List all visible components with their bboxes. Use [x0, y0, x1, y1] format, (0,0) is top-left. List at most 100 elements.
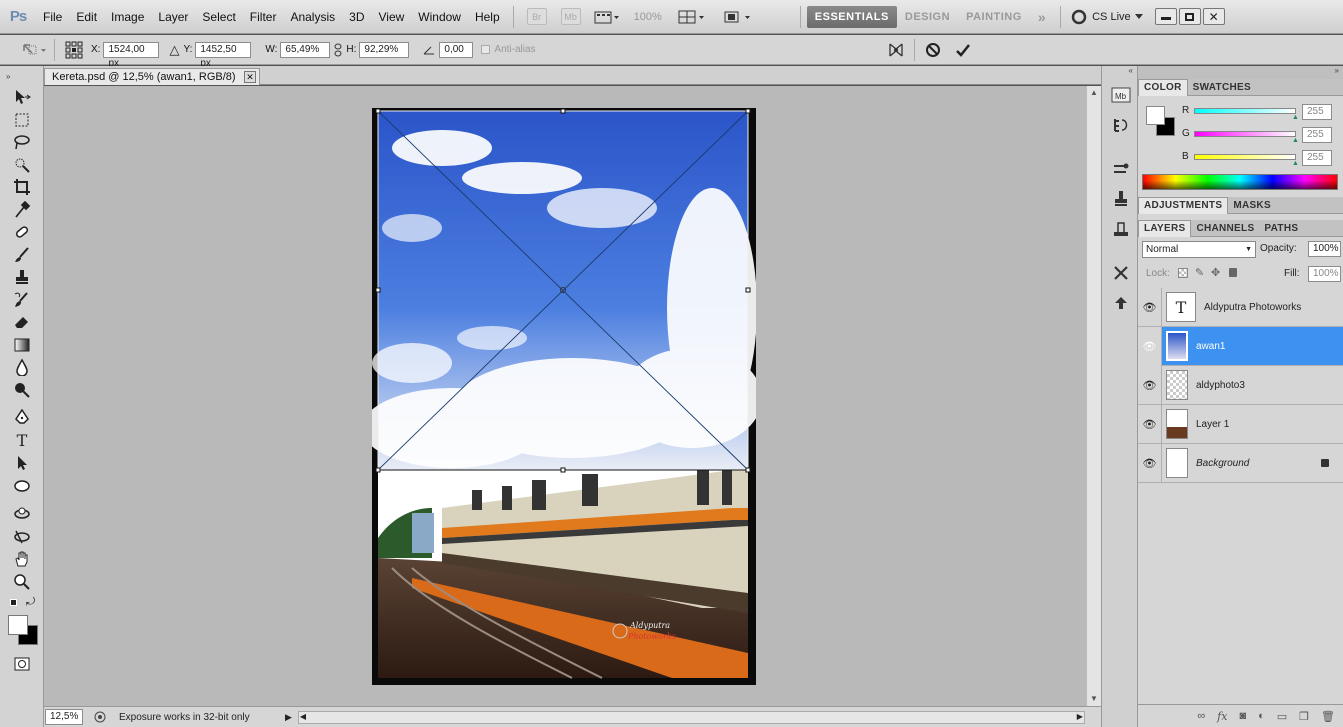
layer-row[interactable]: 👁 aldyphoto3: [1138, 365, 1343, 405]
actions-icon[interactable]: [1102, 288, 1139, 318]
menu-filter[interactable]: Filter: [243, 0, 284, 34]
new-group-icon[interactable]: ▭: [1277, 710, 1287, 723]
b-slider[interactable]: [1194, 154, 1296, 160]
lock-pixels-icon[interactable]: ✎: [1195, 266, 1204, 279]
r-slider[interactable]: [1194, 108, 1296, 114]
document-canvas[interactable]: Aldyputra Photoworks: [362, 108, 762, 685]
eyedropper-tool-icon[interactable]: [0, 199, 44, 222]
x-position-field[interactable]: 1524,00 px: [103, 41, 160, 69]
layer-name[interactable]: Layer 1: [1196, 419, 1229, 430]
b-slider-thumb-icon[interactable]: ▲: [1292, 160, 1299, 167]
type-tool-icon[interactable]: T: [0, 430, 44, 453]
crop-tool-icon[interactable]: [0, 176, 44, 199]
menu-file[interactable]: File: [36, 0, 69, 34]
visibility-eye-icon[interactable]: 👁: [1138, 287, 1162, 327]
eraser-tool-icon[interactable]: [0, 311, 44, 334]
layer-row[interactable]: 👁 Layer 1: [1138, 404, 1343, 444]
y-position-field[interactable]: 1452,50 px: [195, 41, 252, 69]
menu-3d[interactable]: 3D: [342, 0, 371, 34]
workspace-painting[interactable]: PAINTING: [958, 6, 1030, 28]
tab-adjustments[interactable]: ADJUSTMENTS: [1138, 197, 1229, 214]
minimize-icon[interactable]: [1154, 8, 1177, 25]
quick-mask-icon[interactable]: [0, 653, 44, 676]
visibility-eye-icon[interactable]: 👁: [1138, 404, 1162, 444]
gradient-tool-icon[interactable]: [0, 334, 44, 357]
restore-icon[interactable]: [1178, 8, 1201, 25]
adjustment-layer-icon[interactable]: ◐: [1258, 710, 1265, 722]
mini-bridge-icon[interactable]: Mb: [1102, 80, 1139, 110]
lock-position-icon[interactable]: ✥: [1211, 266, 1220, 279]
zoom-field[interactable]: 12,5%: [45, 709, 83, 725]
link-icon[interactable]: [334, 43, 342, 57]
layer-name[interactable]: aldyphoto3: [1196, 380, 1245, 391]
color-swatches[interactable]: [0, 613, 43, 653]
workspace-design[interactable]: DESIGN: [897, 6, 958, 28]
scroll-up-icon[interactable]: ▲: [1087, 86, 1101, 100]
brush-presets-icon[interactable]: [1102, 154, 1139, 184]
g-value-field[interactable]: 255: [1302, 127, 1332, 143]
tool-preset-icon[interactable]: [22, 43, 48, 57]
add-mask-icon[interactable]: ◙: [1239, 710, 1246, 722]
swap-colors-icon[interactable]: ⤾: [26, 596, 35, 609]
commit-transform-icon[interactable]: [955, 42, 971, 58]
visibility-eye-icon[interactable]: 👁: [1138, 365, 1162, 405]
status-info-icon[interactable]: [93, 710, 107, 724]
tab-swatches[interactable]: SWATCHES: [1188, 80, 1256, 96]
visibility-eye-icon[interactable]: 👁: [1138, 443, 1162, 483]
menu-window[interactable]: Window: [411, 0, 468, 34]
delete-layer-icon[interactable]: 🗑: [1321, 710, 1335, 723]
menu-help[interactable]: Help: [468, 0, 507, 34]
move-tool-icon[interactable]: [0, 86, 44, 109]
pen-tool-icon[interactable]: [0, 407, 44, 430]
layer-row-selected[interactable]: 👁 awan1: [1138, 326, 1343, 366]
brush-tool-icon[interactable]: [0, 244, 44, 267]
document-tab[interactable]: Kereta.psd @ 12,5% (awan1, RGB/8) ✕: [44, 68, 260, 85]
horizontal-scrollbar[interactable]: ◀ ▶: [297, 710, 1085, 724]
tab-color[interactable]: COLOR: [1138, 79, 1188, 96]
width-field[interactable]: 65,49%: [280, 41, 331, 58]
scroll-right-icon[interactable]: ▶: [1077, 712, 1083, 721]
scroll-left-icon[interactable]: ◀: [300, 712, 306, 721]
height-field[interactable]: 92,29%: [359, 41, 410, 58]
link-layers-icon[interactable]: ∞: [1197, 710, 1205, 722]
r-slider-thumb-icon[interactable]: ▲: [1292, 114, 1299, 121]
collapse-toolbar-icon[interactable]: »: [0, 66, 43, 86]
status-menu-icon[interactable]: ▶: [285, 712, 292, 723]
menu-image[interactable]: Image: [104, 0, 151, 34]
r-value-field[interactable]: 255: [1302, 104, 1332, 120]
cancel-transform-icon[interactable]: [925, 42, 941, 58]
warp-mode-icon[interactable]: [888, 42, 904, 58]
tools-crossed-icon[interactable]: [1102, 258, 1139, 288]
collapse-panels-icon[interactable]: »: [1138, 66, 1343, 79]
close-icon[interactable]: ✕: [1202, 8, 1225, 25]
cslive-icon[interactable]: [1071, 9, 1087, 25]
menu-edit[interactable]: Edit: [69, 0, 104, 34]
layer-row[interactable]: 👁 Background: [1138, 443, 1343, 483]
foreground-color-swatch[interactable]: [8, 615, 28, 635]
b-value-field[interactable]: 255: [1302, 150, 1332, 166]
tab-paths[interactable]: PATHS: [1259, 221, 1303, 237]
arrange-documents-icon[interactable]: [678, 10, 706, 24]
menu-layer[interactable]: Layer: [151, 0, 195, 34]
layer-name[interactable]: Background: [1196, 458, 1249, 469]
workspace-essentials[interactable]: ESSENTIALS: [806, 5, 897, 28]
blend-mode-select[interactable]: Normal ▼: [1142, 241, 1256, 258]
g-slider-thumb-icon[interactable]: ▲: [1292, 137, 1299, 144]
cslive-label[interactable]: CS Live: [1092, 11, 1131, 23]
layer-name[interactable]: Aldyputra Photoworks: [1204, 302, 1301, 313]
shape-tool-icon[interactable]: [0, 475, 44, 498]
3d-orbit-tool-icon[interactable]: [0, 526, 44, 549]
vertical-scrollbar[interactable]: ▲ ▼: [1086, 86, 1101, 706]
dodge-tool-icon[interactable]: [0, 379, 44, 402]
minibridge-button[interactable]: Mb: [560, 8, 581, 25]
layer-style-icon[interactable]: fx: [1217, 710, 1227, 723]
clone-stamp-tool-icon[interactable]: [0, 266, 44, 289]
g-slider[interactable]: [1194, 131, 1296, 137]
lasso-tool-icon[interactable]: [0, 131, 44, 154]
scroll-down-icon[interactable]: ▼: [1087, 692, 1101, 706]
path-selection-tool-icon[interactable]: [0, 452, 44, 475]
default-colors-icon[interactable]: ⤾: [0, 593, 43, 613]
clone-source-icon[interactable]: [1102, 184, 1139, 214]
close-tab-icon[interactable]: ✕: [244, 71, 256, 83]
tab-layers[interactable]: LAYERS: [1138, 220, 1192, 237]
